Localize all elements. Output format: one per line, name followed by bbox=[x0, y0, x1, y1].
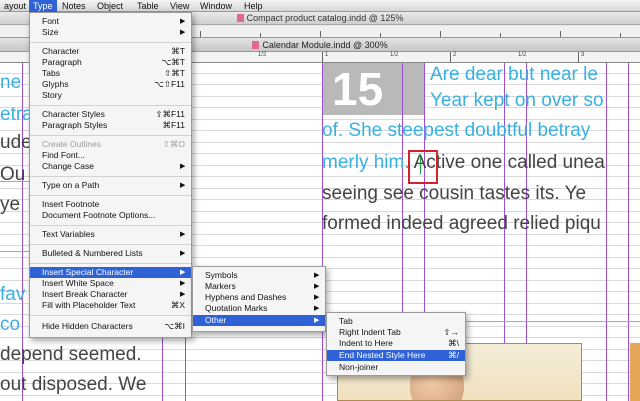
ruler-label: 2 bbox=[453, 52, 457, 58]
text-line[interactable]: ude bbox=[0, 131, 32, 154]
text-line[interactable]: Ou bbox=[0, 163, 25, 186]
submenu-arrow-icon: ▶ bbox=[314, 305, 320, 312]
menu-item-character-styles[interactable]: Character Styles ⇧⌘F11 bbox=[30, 109, 191, 120]
menu-item-size[interactable]: Size ▶ bbox=[30, 27, 191, 38]
insert-special-character-submenu: Symbols ▶ Markers ▶ Hyphens and Dashes ▶ Qu… bbox=[192, 266, 326, 332]
menu-item-hyphens-and-dashes[interactable]: Hyphens and Dashes ▶ bbox=[193, 292, 325, 303]
submenu-arrow-icon: ▶ bbox=[180, 182, 186, 189]
menu-item-insert-break-character[interactable]: Insert Break Character ▶ bbox=[30, 289, 191, 300]
text-line[interactable]: Are dear but near le bbox=[430, 63, 598, 86]
menu-item-quotation-marks[interactable]: Quotation Marks ▶ bbox=[193, 303, 325, 314]
document-icon bbox=[236, 14, 244, 22]
submenu-arrow-icon: ▶ bbox=[180, 269, 186, 276]
menu-item-change-case[interactable]: Change Case ▶ bbox=[30, 161, 191, 172]
menu-item-insert-white-space[interactable]: Insert White Space ▶ bbox=[30, 278, 191, 289]
menu-item-hide-hidden-characters[interactable]: Hide Hidden Characters ⌥⌘I bbox=[30, 321, 191, 332]
menu-table[interactable]: Table bbox=[133, 0, 163, 12]
column-guide bbox=[628, 63, 629, 401]
menu-object[interactable]: Object bbox=[93, 0, 127, 12]
text-run-cyan: merly him. bbox=[322, 152, 410, 173]
submenu-arrow-icon: ▶ bbox=[314, 317, 320, 324]
column-guide bbox=[606, 63, 607, 401]
submenu-arrow-icon: ▶ bbox=[314, 272, 320, 279]
text-line[interactable]: seeing see cousin tastes its. Ye bbox=[322, 182, 586, 205]
menu-item-symbols[interactable]: Symbols ▶ bbox=[193, 270, 325, 281]
text-cursor bbox=[420, 156, 421, 174]
menu-item-bulleted-numbered-lists[interactable]: Bulleted & Numbered Lists ▶ bbox=[30, 248, 191, 259]
text-line[interactable]: fav bbox=[0, 283, 25, 306]
ruler-label: 1/2 bbox=[518, 52, 527, 58]
menu-item-insert-footnote[interactable]: Insert Footnote bbox=[30, 199, 191, 210]
text-line[interactable]: ne bbox=[0, 71, 21, 94]
menubar: ayout Type Notes Object Table View Windo… bbox=[0, 0, 640, 12]
text-line[interactable]: co bbox=[0, 313, 20, 336]
menu-item-fill-with-placeholder-text[interactable]: Fill with Placeholder Text ⌘X bbox=[30, 300, 191, 311]
menu-item-right-indent-tab[interactable]: Right Indent Tab ⇧→ bbox=[327, 327, 465, 338]
type-menu: Font ▶ Size ▶ Character ⌘T Paragraph ⌥⌘T Tab… bbox=[29, 12, 192, 338]
menu-view[interactable]: View bbox=[166, 0, 193, 12]
menu-item-character[interactable]: Character ⌘T bbox=[30, 46, 191, 57]
text-line[interactable]: of. She steepest doubtful betray bbox=[322, 119, 590, 142]
menu-type[interactable]: Type bbox=[29, 0, 57, 12]
document-icon bbox=[252, 41, 260, 49]
menu-item-paragraph-styles[interactable]: Paragraph Styles ⌘F11 bbox=[30, 120, 191, 131]
submenu-arrow-icon: ▶ bbox=[314, 294, 320, 301]
menu-item-tabs[interactable]: Tabs ⇧⌘T bbox=[30, 68, 191, 79]
insertion-point-highlight bbox=[408, 150, 438, 184]
menu-layout[interactable]: ayout bbox=[0, 0, 30, 12]
menu-window[interactable]: Window bbox=[196, 0, 236, 12]
submenu-arrow-icon: ▶ bbox=[180, 250, 186, 257]
menu-notes[interactable]: Notes bbox=[58, 0, 90, 12]
menu-item-other[interactable]: Other ▶ bbox=[193, 315, 325, 326]
ruler-label: 3 bbox=[581, 52, 585, 58]
ruler-label: 1/2 bbox=[390, 52, 399, 58]
ruler-label: 1/2 bbox=[258, 52, 267, 58]
other-submenu: Tab Right Indent Tab ⇧→ Indent to Here ⌘\ … bbox=[326, 312, 466, 376]
text-line[interactable]: ye bbox=[0, 193, 20, 216]
menu-item-glyphs[interactable]: Glyphs ⌥⇧F11 bbox=[30, 79, 191, 90]
menu-item-font[interactable]: Font ▶ bbox=[30, 16, 191, 27]
menu-item-insert-special-character[interactable]: Insert Special Character ▶ bbox=[30, 267, 191, 278]
calendar-date-block[interactable]: 15 bbox=[322, 63, 424, 115]
ruler-label: 1 bbox=[325, 52, 329, 58]
menu-item-markers[interactable]: Markers ▶ bbox=[193, 281, 325, 292]
menu-item-document-footnote-options[interactable]: Document Footnote Options... bbox=[30, 210, 191, 221]
photo-strip bbox=[630, 343, 640, 401]
text-line[interactable]: merly him. Active one called unea bbox=[322, 151, 605, 174]
submenu-arrow-icon: ▶ bbox=[180, 18, 186, 25]
submenu-arrow-icon: ▶ bbox=[180, 291, 186, 298]
menu-item-find-font[interactable]: Find Font... bbox=[30, 150, 191, 161]
submenu-arrow-icon: ▶ bbox=[314, 283, 320, 290]
text-line[interactable]: Year kept on over so bbox=[430, 89, 604, 112]
menu-item-paragraph[interactable]: Paragraph ⌥⌘T bbox=[30, 57, 191, 68]
submenu-arrow-icon: ▶ bbox=[180, 231, 186, 238]
text-line[interactable]: formed indeed agreed relied piqu bbox=[322, 212, 601, 235]
menu-item-create-outlines: Create Outlines ⇧⌘O bbox=[42, 139, 185, 149]
text-line[interactable]: depend seemed. bbox=[0, 343, 142, 366]
submenu-arrow-icon: ▶ bbox=[180, 29, 186, 36]
menu-item-story[interactable]: Story bbox=[30, 90, 191, 101]
submenu-arrow-icon: ▶ bbox=[180, 163, 186, 170]
menu-item-indent-to-here[interactable]: Indent to Here ⌘\ bbox=[327, 338, 465, 349]
menu-item-tab[interactable]: Tab bbox=[327, 316, 465, 327]
menu-help[interactable]: Help bbox=[240, 0, 267, 12]
text-line[interactable]: out disposed. We bbox=[0, 373, 146, 396]
text-run-gray: Active one called unea bbox=[413, 152, 605, 173]
menu-item-text-variables[interactable]: Text Variables ▶ bbox=[30, 229, 191, 240]
submenu-arrow-icon: ▶ bbox=[180, 280, 186, 287]
menu-item-type-on-a-path[interactable]: Type on a Path ▶ bbox=[30, 180, 191, 191]
menu-item-end-nested-style-here[interactable]: End Nested Style Here ⌘/ bbox=[327, 350, 465, 361]
menu-item-non-joiner[interactable]: Non-joiner bbox=[327, 362, 465, 373]
